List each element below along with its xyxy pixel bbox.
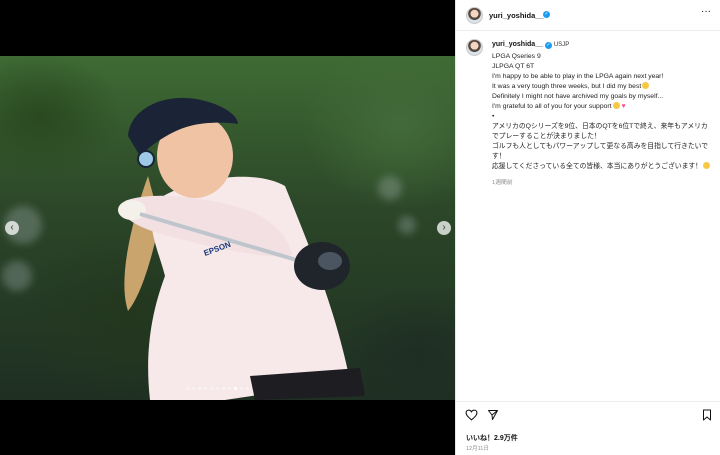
caption-line: Definitely I might not have archived my … [492,93,664,100]
smile-emoji-icon [702,162,710,169]
post-time-ago[interactable]: 1週間前 [492,177,513,186]
heart-emoji-icon: ♥ [621,103,626,110]
carousel-dot [204,387,207,390]
smile-emoji-icon [642,82,650,89]
carousel-dot [198,387,201,390]
caption-text: 応援してくださっている全ての皆様、本当にありがとうございます！ [492,163,702,170]
caption-avatar[interactable] [466,39,483,56]
caption-line: アメリカのQシリーズを9位、日本のQTを6位Tで終え、来年もアメリカでプレーする… [492,123,708,140]
post-header: yuri_yoshida__ ✓ ··· [456,0,720,31]
carousel-indicators [186,387,249,390]
caption-line: • [492,113,495,120]
bookmark-icon[interactable] [702,409,712,421]
carousel-dot [210,387,213,390]
post-caption: LPGA Qseries 9 JLPGA QT 6T I'm happy to … [492,52,714,172]
post-photo[interactable]: EPSON [0,56,455,400]
caption-line: LPGA Qseries 9 [492,53,541,60]
verified-badge-icon: ✓ [544,42,552,49]
golfer-illustration: EPSON [118,97,365,400]
carousel-dot [186,387,189,390]
post-location[interactable]: USJP [554,42,569,48]
caption-line: I'm happy to be able to play in the LPGA… [492,73,664,80]
caption-line: I'm grateful to all of you for your supp… [492,102,714,112]
heart-icon[interactable] [465,409,478,421]
caption-username[interactable]: yuri_yoshida__ [492,41,543,48]
carousel-next-button[interactable]: › [437,221,451,235]
caption-text: I'm grateful to all of you for your supp… [492,103,612,110]
carousel-dot [192,387,195,390]
caption-line: 応援してくださっている全ての皆様、本当にありがとうございます！ [492,162,714,172]
carousel-prev-button[interactable]: ‹ [5,221,19,235]
chevron-left-icon: ‹ [10,222,14,233]
caption-line: ゴルフも人としてもパワーアップして更なる高みを目指して行きたいです！ [492,143,709,160]
post-details-panel: yuri_yoshida__ ✓ ··· yuri_yoshida__ ✓ US… [455,0,720,455]
post-actions: いいね！2.9万件 12月11日 [456,401,720,455]
carousel-dot [240,387,243,390]
post-date: 12月11日 [466,446,489,452]
header-username[interactable]: yuri_yoshida__ [489,11,544,20]
chevron-right-icon: › [442,222,446,233]
caption-author-row: yuri_yoshida__ ✓ USJP [492,41,569,49]
carousel-dot [216,387,219,390]
smile-emoji-icon [612,102,620,109]
post-media: EPSON ‹ › [0,0,455,455]
send-icon[interactable] [487,409,499,421]
more-options-icon[interactable]: ··· [701,6,711,17]
carousel-dot [246,387,249,390]
verified-badge-icon: ✓ [543,11,550,18]
caption-line: JLPGA QT 6T [492,63,535,70]
carousel-dot [222,387,225,390]
caption-line: It was a very tough three weeks, but I d… [492,82,714,92]
avatar[interactable] [466,7,483,24]
carousel-dot [234,387,237,390]
carousel-dot [228,387,231,390]
like-count[interactable]: いいね！2.9万件 [466,433,518,443]
caption-text: It was a very tough three weeks, but I d… [492,83,642,90]
